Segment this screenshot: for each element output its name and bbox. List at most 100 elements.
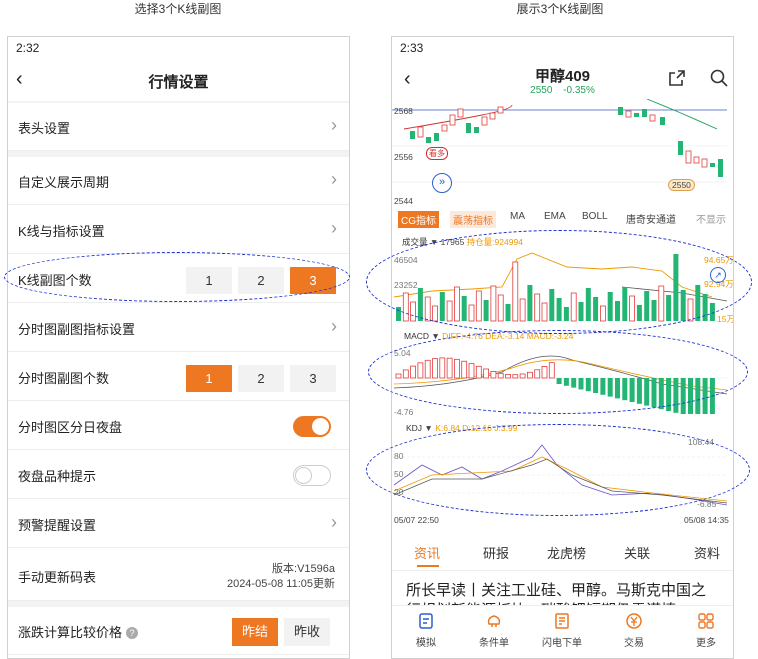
night-hint-toggle[interactable] (293, 465, 331, 486)
volume-bar (461, 296, 467, 321)
tab-related[interactable]: 关联 (624, 543, 650, 562)
chevron-right-icon: › (331, 218, 337, 238)
volume-bar (505, 304, 511, 321)
volume-bar (599, 305, 606, 322)
tab-donchian[interactable]: 唐奇安通道 (626, 211, 676, 226)
nav-label: 更多 (696, 638, 716, 649)
macd-bar (709, 378, 715, 414)
tab-news[interactable]: 资讯 (414, 543, 440, 562)
version-text: 版本:V1596a (272, 563, 335, 575)
row-label: 分时图区分日夜盘 (18, 420, 123, 435)
trade-icon (624, 612, 644, 632)
share-icon[interactable] (668, 69, 686, 92)
nav-simulate[interactable]: 模拟 (396, 612, 456, 649)
row-label: K线与指标设置 (18, 224, 105, 239)
nav-label: 交易 (624, 638, 644, 649)
kline-sub-option-3[interactable]: 3 (290, 267, 336, 294)
volume-label: 成交量 (402, 237, 428, 247)
price-option-settle[interactable]: 昨结 (232, 618, 278, 646)
expand-icon[interactable]: ↗ (710, 267, 726, 283)
tab-cg-indicator[interactable]: CG指标 (398, 211, 439, 228)
volume-bar (519, 298, 526, 322)
volume-bar (475, 290, 482, 322)
tab-boll[interactable]: BOLL (582, 211, 608, 222)
row-alert-settings[interactable]: 预警提醒设置 › (8, 500, 349, 548)
row-label: 表头设置 (18, 121, 71, 136)
candle (625, 110, 632, 118)
help-icon[interactable]: ? (126, 627, 139, 639)
caption-right: 展示3个K线副图 (516, 2, 604, 16)
macd-bar (571, 378, 577, 388)
time-start: 05/07 22:50 (394, 515, 439, 525)
macd-bar (695, 378, 701, 414)
tab-hide[interactable]: 不显示 (696, 211, 726, 226)
tab-profile[interactable]: 资料 (694, 543, 720, 562)
flash-order-icon (552, 612, 572, 632)
volume-bar (454, 286, 460, 322)
row-timeshare-indicator[interactable]: 分时图副图指标设置 › (8, 304, 349, 352)
row-header-settings[interactable]: 表头设置 › (8, 103, 349, 151)
candle (710, 163, 715, 167)
kline-sub-option-1[interactable]: 1 (186, 267, 232, 294)
macd-bar (680, 378, 686, 414)
nav-label: 模拟 (416, 638, 436, 649)
row-night-hint: 夜盘品种提示 (8, 451, 349, 499)
macd-bar (607, 378, 613, 397)
timeshare-sub-option-2[interactable]: 2 (238, 365, 284, 392)
macd-bar (402, 369, 409, 379)
candle (678, 141, 683, 155)
nav-trade[interactable]: 交易 (604, 612, 664, 649)
row-kline-indicator[interactable]: K线与指标设置 › (8, 206, 349, 254)
tab-research[interactable]: 研报 (483, 543, 509, 562)
left-phone-screen: 2:32 ‹ 行情设置 表头设置 › 自定义展示周期 › K线与指标设置 › K… (7, 36, 350, 659)
nav-more[interactable]: 更多 (676, 612, 733, 649)
volume-bar (402, 292, 409, 322)
chevron-right-icon: › (331, 169, 337, 189)
open-interest: 持仓量:924994 (466, 237, 523, 247)
volume-value: 17965 (440, 237, 465, 247)
timeshare-sub-option-3[interactable]: 3 (290, 365, 336, 392)
row-kline-sub-count: K线副图个数 1 2 3 (8, 255, 349, 303)
page-title: 行情设置 (148, 74, 209, 91)
day-night-toggle[interactable] (293, 416, 331, 437)
volume-bar (636, 305, 642, 321)
candle (417, 126, 424, 138)
volume-bar (534, 293, 541, 322)
tab-oscillator[interactable]: 震荡指标 (450, 211, 496, 228)
macd-axis-bottom: -4.76 (394, 407, 414, 417)
macd-bar (688, 378, 693, 414)
macd-bar (432, 358, 438, 379)
tab-dragon-tiger[interactable]: 龙虎榜 (547, 543, 586, 562)
kline-sub-option-2[interactable]: 2 (238, 267, 284, 294)
timeshare-sub-option-1[interactable]: 1 (186, 365, 232, 392)
volume-bar (556, 298, 562, 321)
macd-bar (505, 374, 511, 379)
news-headline[interactable]: 所长早读丨关注工业硅、甲醇。马斯克中国之 (406, 579, 726, 601)
toggle-knob (312, 418, 329, 435)
nav-condition-order[interactable]: 条件单 (464, 612, 524, 649)
candle (660, 117, 665, 125)
row-manual-update[interactable]: 手动更新码表 版本:V1596a 2024-05-08 11:05更新 (8, 549, 349, 601)
last-price-tag: 2550 (668, 179, 695, 191)
macd-bar (497, 372, 504, 379)
macd-label: MACD (404, 331, 430, 341)
row-label: 分时图副图指标设置 (18, 322, 136, 337)
tab-ema[interactable]: EMA (544, 211, 566, 222)
candle (693, 156, 700, 164)
row-label: 夜盘品种提示 (18, 469, 97, 484)
row-custom-period[interactable]: 自定义展示周期 › (8, 157, 349, 205)
price-option-close[interactable]: 昨收 (284, 618, 330, 646)
kdj-label: KDJ (406, 423, 423, 433)
search-icon[interactable] (710, 69, 728, 92)
macd-bar (417, 362, 424, 379)
volume-bar (490, 285, 497, 322)
more-icon (696, 612, 716, 632)
candle (649, 114, 656, 122)
expand-double-arrow-icon[interactable]: » (432, 173, 452, 193)
volume-chart (393, 252, 728, 322)
status-time: 2:33 (400, 41, 424, 55)
tab-ma[interactable]: MA (510, 211, 525, 222)
candle (449, 114, 456, 126)
nav-flash-order[interactable]: 闪电下单 (532, 612, 592, 649)
nav-bar: ‹ 行情设置 (8, 61, 349, 101)
